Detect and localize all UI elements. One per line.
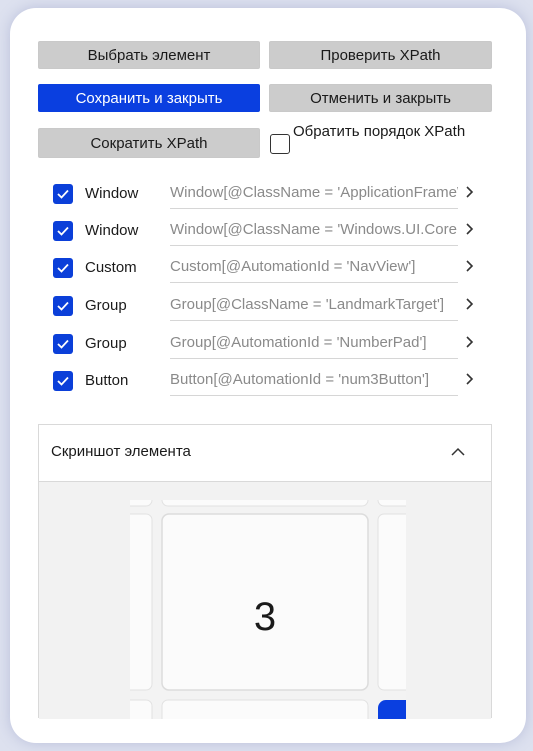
checkmark-icon xyxy=(57,226,69,236)
checkmark-icon xyxy=(57,339,69,349)
screenshot-panel: Скриншот элемента 3 xyxy=(38,424,492,719)
row-xpath-field[interactable]: Custom[@AutomationId = 'NavView'] xyxy=(170,255,458,283)
row-checkbox[interactable] xyxy=(53,184,73,204)
chevron-up-icon[interactable] xyxy=(450,446,466,458)
chevron-right-icon[interactable] xyxy=(465,371,475,391)
row-checkbox[interactable] xyxy=(53,296,73,316)
checkmark-icon xyxy=(57,301,69,311)
chevron-right-icon[interactable] xyxy=(465,258,475,278)
screenshot-panel-title: Скриншот элемента xyxy=(51,443,191,460)
chevron-right-icon[interactable] xyxy=(465,184,475,204)
reverse-order-checkbox[interactable] xyxy=(270,134,290,154)
row-element-type: Button xyxy=(85,372,129,389)
checkmark-icon xyxy=(57,376,69,386)
screenshot-panel-header[interactable]: Скриншот элемента xyxy=(39,425,491,482)
save-close-button[interactable]: Сохранить и закрыть xyxy=(38,84,260,112)
checkmark-icon xyxy=(57,189,69,199)
select-element-button[interactable]: Выбрать элемент xyxy=(38,41,260,69)
check-xpath-button[interactable]: Проверить XPath xyxy=(269,41,492,69)
checkmark-icon xyxy=(57,263,69,273)
key-digit-label: 3 xyxy=(254,595,276,639)
row-element-type: Group xyxy=(85,297,127,314)
screenshot-preview-area: 3 xyxy=(39,482,491,719)
row-xpath-field[interactable]: Group[@ClassName = 'LandmarkTarget'] xyxy=(170,293,458,321)
chevron-right-icon[interactable] xyxy=(465,221,475,241)
chevron-right-icon[interactable] xyxy=(465,296,475,316)
chevron-right-icon[interactable] xyxy=(465,334,475,354)
row-xpath-field[interactable]: Window[@ClassName = 'Windows.UI.Core.Cor… xyxy=(170,218,458,246)
row-checkbox[interactable] xyxy=(53,371,73,391)
row-checkbox[interactable] xyxy=(53,258,73,278)
shorten-xpath-button[interactable]: Сократить XPath xyxy=(38,128,260,158)
row-element-type: Group xyxy=(85,335,127,352)
row-xpath-field[interactable]: Window[@ClassName = 'ApplicationFrameWin… xyxy=(170,181,458,209)
row-element-type: Window xyxy=(85,185,139,202)
row-xpath-field[interactable]: Group[@AutomationId = 'NumberPad'] xyxy=(170,331,458,359)
cancel-close-button[interactable]: Отменить и закрыть xyxy=(269,84,492,112)
row-element-type: Custom xyxy=(85,259,137,276)
row-element-type: Window xyxy=(85,222,139,239)
element-screenshot: 3 xyxy=(130,500,406,719)
row-checkbox[interactable] xyxy=(53,221,73,241)
row-xpath-field[interactable]: Button[@AutomationId = 'num3Button'] xyxy=(170,368,458,396)
row-checkbox[interactable] xyxy=(53,334,73,354)
reverse-order-label: Обратить порядок XPath xyxy=(293,123,466,140)
